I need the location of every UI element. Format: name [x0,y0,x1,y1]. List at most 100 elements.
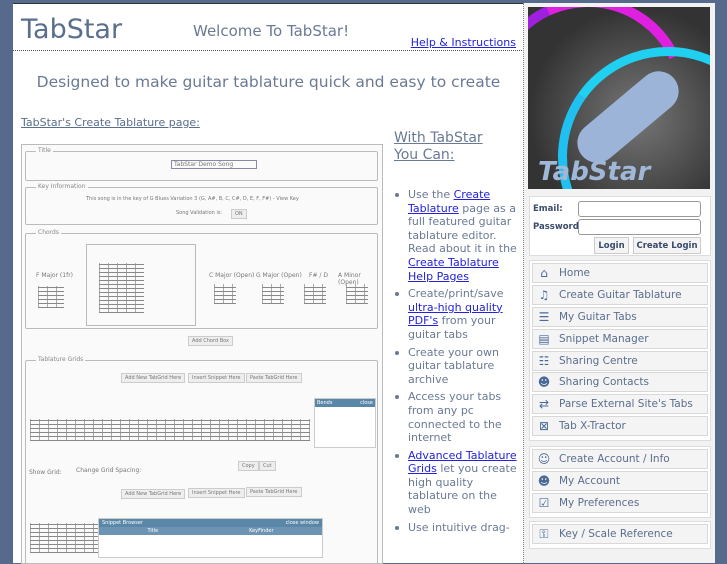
login-button[interactable]: Login [594,237,629,254]
nav-label: Create Guitar Tablature [559,288,682,301]
email-label: Email: [533,204,563,214]
snippet-icon: ▤ [538,331,550,346]
paste-tabgrid-button: Paste TabGrid Here [246,373,302,383]
nav-label: My Guitar Tabs [559,310,637,323]
account-icon: ☻ [537,473,551,488]
create-tablature-help-link[interactable]: Create Tablature Help Pages [408,256,499,283]
key-icon: ⚿ [539,527,549,541]
xtractor-icon: ⊠ [538,419,550,434]
tab-grid [30,419,310,441]
header-divider [13,50,524,51]
show-grid-label: Show Grid: [29,469,62,476]
nav-group-account: ☺ Create Account / Info ☻ My Account ☑ My P… [529,446,711,518]
paste-tabgrid-button: Paste TabGrid Here [246,487,302,497]
chord-diagram [262,284,284,304]
bends-title: Bends [317,400,333,406]
email-input[interactable] [578,201,701,217]
tagline: Designed to make guitar tablature quick … [36,73,501,91]
nav-label: Home [559,267,591,279]
legend: Tablature Grids [36,356,86,363]
nav-item-snippet-manager[interactable]: ▤ Snippet Manager [532,328,708,349]
nav-label: Parse External Site's Tabs [559,398,693,411]
legend: Chords [36,229,61,236]
password-input[interactable] [578,219,701,235]
key-text: This song is in the key of G Blues Varia… [86,196,299,202]
column-header: KeyFinder [249,528,274,534]
key-fieldset: Key Information This song is in the key … [25,183,378,225]
list-item: Use intuitive drag- [394,521,519,535]
chord-diagram [304,284,326,304]
features-heading-line: You Can: [394,147,455,163]
tablature-icon: ♫ [538,287,550,302]
list-icon: ☰ [538,309,550,324]
chord-diagram [346,284,368,304]
song-title-field: TabStar Demo Song [171,160,257,169]
create-tablature-screenshot: Title TabStar Demo Song Key Information … [21,144,383,564]
text: Create/print/save [408,287,504,301]
nav-label: Key / Scale Reference [559,528,673,540]
nav-item-home[interactable]: ⌂ Home [532,263,708,283]
list-item: Use the Create Tablature page as a full … [394,188,519,283]
nav-item-my-guitar-tabs[interactable]: ☰ My Guitar Tabs [532,306,708,327]
welcome-heading: Welcome To TabStar! [193,22,350,40]
create-account-icon: ☺ [537,452,551,466]
nav-label: Create Account / Info [559,453,670,465]
copy-button: Copy [238,461,259,471]
cut-button: Cut [259,461,276,471]
chord-label: F# / D [309,272,328,279]
features-list: Use the Create Tablature page as a full … [394,188,519,538]
close-link: close [360,400,373,406]
nav-item-sharing-contacts[interactable]: ☻ Sharing Contacts [532,372,708,393]
list-item: Access your tabs from any pc connected t… [394,390,519,444]
password-label: Password: [533,222,583,232]
sidebar: TabStar Email: Password: Login Create Lo… [523,3,715,563]
nav-label: Tab X-Tractor [559,420,626,433]
nav-item-sharing-centre[interactable]: ☷ Sharing Centre [532,350,708,371]
nav-item-my-account[interactable]: ☻ My Account [532,470,708,491]
text: Use the [408,188,454,201]
chord-diagram [214,284,236,304]
tablature-grids-fieldset: Tablature Grids Add New TabGrid Here Ins… [25,356,378,563]
spacing-label: Change Grid Spacing: [76,467,142,474]
nav-item-create-guitar-tablature[interactable]: ♫ Create Guitar Tablature [532,284,708,305]
close-window-link: close window [285,520,319,526]
tabstar-logo: TabStar [528,7,710,189]
nav-group-main: ⌂ Home ♫ Create Guitar Tablature ☰ My Guita… [529,260,711,442]
snippet-browser: Snippet Browser close window Title KeyFind… [98,518,323,558]
nav-item-key-scale-reference[interactable]: ⚿ Key / Scale Reference [532,524,708,544]
nav-label: Snippet Manager [559,332,649,345]
help-link[interactable]: Help & Instructions [411,36,516,49]
brand-title: TabStar [21,14,123,45]
bends-popup: Bends close [314,398,376,448]
login-form: Email: Password: Login Create Login [529,196,711,256]
add-chord-box-button: Add Chord Box [188,336,234,346]
nav-item-my-preferences[interactable]: ☑ My Preferences [532,492,708,513]
nav-item-parse-external-tabs[interactable]: ⇄ Parse External Site's Tabs [532,394,708,415]
validation-label: Song Validation is: [176,210,223,216]
share-icon: ☷ [538,353,550,368]
create-login-button[interactable]: Create Login [633,237,701,254]
chord-editor [86,244,196,326]
nav-item-create-account[interactable]: ☺ Create Account / Info [532,449,708,469]
chords-fieldset: Chords F Major (1fr) C Major (Open) G Ma… [25,229,378,329]
parse-icon: ⇄ [538,397,550,412]
create-tablature-page-link[interactable]: TabStar's Create Tablature page: [21,116,200,129]
add-tabgrid-button: Add New TabGrid Here [121,373,186,383]
nav-item-tab-xtractor[interactable]: ⊠ Tab X-Tractor [532,416,708,437]
validation-toggle: ON [231,209,247,219]
chord-label: G Major (Open) [256,272,302,279]
contacts-icon: ☻ [537,375,551,390]
snippet-browser-title: Snippet Browser [102,520,143,526]
chord-label: F Major (1fr) [36,272,74,279]
chord-diagram [38,286,64,308]
features-heading: With TabStar You Can: [394,130,504,164]
add-tabgrid-button: Add New TabGrid Here [121,489,186,499]
nav-label: Sharing Contacts [559,376,649,389]
column-header: Title [147,528,159,534]
legend: Title [36,147,53,154]
title-fieldset: Title TabStar Demo Song [25,147,378,181]
nav-label: Sharing Centre [559,354,638,367]
chord-label: C Major (Open) [209,272,255,279]
legend: Key Information [36,183,88,190]
chord-diagram [99,263,144,313]
